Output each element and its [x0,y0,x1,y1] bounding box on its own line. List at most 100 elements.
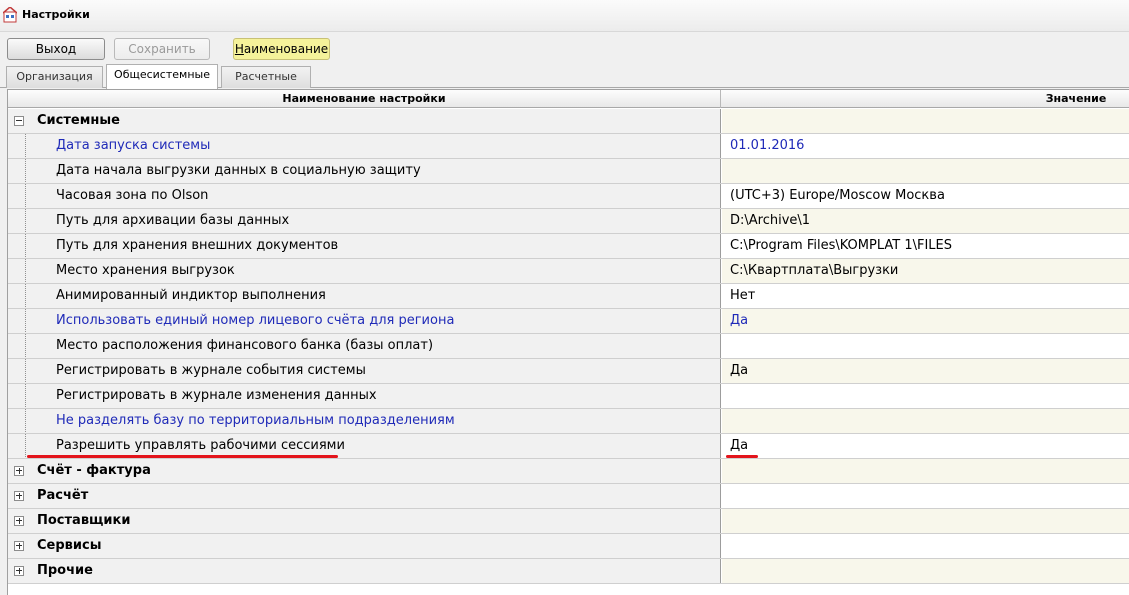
group-name-cell[interactable]: Расчёт [8,484,721,508]
setting-row[interactable]: Не разделять базу по территориальным под… [8,409,1129,434]
setting-row[interactable]: Путь для архивации базы данных D:\Archive… [8,209,1129,234]
group-row[interactable]: Сервисы [8,534,1129,559]
setting-row[interactable]: Место расположения финансового банка (ба… [8,334,1129,359]
setting-name: Разрешить управлять рабочими сессиями [56,438,345,453]
column-header-name[interactable]: Наименование настройки [8,90,721,108]
setting-row[interactable]: Дата запуска системы 01.01.2016 [8,134,1129,159]
setting-value-cell[interactable]: Да [722,434,1129,458]
setting-name: Регистрировать в журнале события системы [56,363,366,378]
setting-name-cell[interactable]: Дата запуска системы [8,134,721,158]
setting-name-cell[interactable]: Регистрировать в журнале изменения данны… [8,384,721,408]
exit-button[interactable]: Выход [7,38,105,60]
setting-row[interactable]: Место хранения выгрузок C:\Квартплата\Выг… [8,259,1129,284]
tab-bar: Организация Общесистемные Расчетные [0,64,1129,89]
setting-row[interactable]: Путь для хранения внешних документов C:\P… [8,234,1129,259]
settings-grid: Наименование настройки Значение Системны… [7,89,1129,595]
tree-line [25,359,26,383]
group-label: Поставщики [37,513,131,528]
setting-name: Место хранения выгрузок [56,263,235,278]
setting-row[interactable]: Часовая зона по Olson (UTC+3) Europe/Mosc… [8,184,1129,209]
setting-name-cell[interactable]: Место хранения выгрузок [8,259,721,283]
tree-line [25,409,26,433]
title-bar: Настройки [0,0,1129,32]
setting-row[interactable]: Использовать единый номер лицевого счёта… [8,309,1129,334]
setting-row[interactable]: Регистрировать в журнале события системы… [8,359,1129,384]
tree-line [25,334,26,358]
expand-icon[interactable] [14,541,24,551]
setting-value-cell[interactable] [722,384,1129,408]
group-name-cell[interactable]: Сервисы [8,534,721,558]
setting-value-cell[interactable]: Нет [722,284,1129,308]
setting-name-cell[interactable]: Не разделять базу по территориальным под… [8,409,721,433]
group-label: Счёт - фактура [37,463,151,478]
setting-name-cell[interactable]: Путь для архивации базы данных [8,209,721,233]
group-value-cell [722,534,1129,558]
app-icon [3,7,17,23]
setting-value-cell[interactable]: C:\Program Files\KOMPLAT 1\FILES [722,234,1129,258]
setting-value-cell[interactable]: C:\Квартплата\Выгрузки [722,259,1129,283]
highlight-underline [726,455,758,458]
group-label: Прочие [37,563,93,578]
setting-value-cell[interactable] [722,409,1129,433]
expand-icon[interactable] [14,491,24,501]
name-button-accel: Н [234,42,244,56]
setting-name-cell[interactable]: Регистрировать в журнале события системы [8,359,721,383]
tree-line [25,434,26,458]
tree-line [25,159,26,183]
setting-row[interactable]: Анимированный индиктор выполнения Нет [8,284,1129,309]
setting-value-cell[interactable]: Да [722,359,1129,383]
group-value-cell [722,559,1129,583]
setting-value-cell[interactable] [722,159,1129,183]
group-value-cell [722,484,1129,508]
tree-line [25,284,26,308]
setting-name: Дата начала выгрузки данных в социальную… [56,163,421,178]
expand-icon[interactable] [14,466,24,476]
tree-line [25,184,26,208]
tree-line [25,234,26,258]
group-row[interactable]: Прочие [8,559,1129,584]
collapse-icon[interactable] [14,116,24,126]
group-name-cell[interactable]: Системные [8,109,721,133]
expand-icon[interactable] [14,566,24,576]
group-row[interactable]: Счёт - фактура [8,459,1129,484]
group-row[interactable]: Расчёт [8,484,1129,509]
group-row[interactable]: Системные [8,109,1129,134]
setting-name: Часовая зона по Olson [56,188,209,203]
column-header-value[interactable]: Значение [722,90,1129,108]
setting-name: Использовать единый номер лицевого счёта… [56,313,455,328]
group-name-cell[interactable]: Счёт - фактура [8,459,721,483]
setting-row[interactable]: Дата начала выгрузки данных в социальную… [8,159,1129,184]
setting-name-cell[interactable]: Использовать единый номер лицевого счёта… [8,309,721,333]
group-value-cell [722,459,1129,483]
setting-name: Регистрировать в журнале изменения данны… [56,388,377,403]
setting-value-cell[interactable]: 01.01.2016 [722,134,1129,158]
tree-line [25,309,26,333]
grid-header: Наименование настройки Значение [8,90,1129,108]
group-row[interactable]: Поставщики [8,509,1129,534]
setting-name: Путь для архивации базы данных [56,213,290,228]
setting-name-cell[interactable]: Место расположения финансового банка (ба… [8,334,721,358]
setting-name-cell[interactable]: Часовая зона по Olson [8,184,721,208]
tab-system-wide[interactable]: Общесистемные [106,64,218,89]
tab-calculation[interactable]: Расчетные [221,66,311,88]
toolbar: Выход Сохранить Наименование [0,32,1129,64]
setting-name: Путь для хранения внешних документов [56,238,339,253]
tab-organization[interactable]: Организация [6,66,103,88]
setting-value-cell[interactable]: (UTC+3) Europe/Moscow Москва [722,184,1129,208]
setting-name-cell[interactable]: Дата начала выгрузки данных в социальную… [8,159,721,183]
setting-name-cell[interactable]: Анимированный индиктор выполнения [8,284,721,308]
tree-line [25,209,26,233]
tree-line [25,134,26,158]
setting-row[interactable]: Регистрировать в журнале изменения данны… [8,384,1129,409]
setting-value-cell[interactable] [722,334,1129,358]
expand-icon[interactable] [14,516,24,526]
setting-value-cell[interactable]: Да [722,309,1129,333]
window-title: Настройки [22,8,90,21]
setting-value-cell[interactable]: D:\Archive\1 [722,209,1129,233]
group-name-cell[interactable]: Прочие [8,559,721,583]
setting-name: Место расположения финансового банка (ба… [56,338,434,353]
setting-name-cell[interactable]: Путь для хранения внешних документов [8,234,721,258]
name-sort-button[interactable]: Наименование [233,38,330,60]
group-name-cell[interactable]: Поставщики [8,509,721,533]
save-button[interactable]: Сохранить [114,38,210,60]
